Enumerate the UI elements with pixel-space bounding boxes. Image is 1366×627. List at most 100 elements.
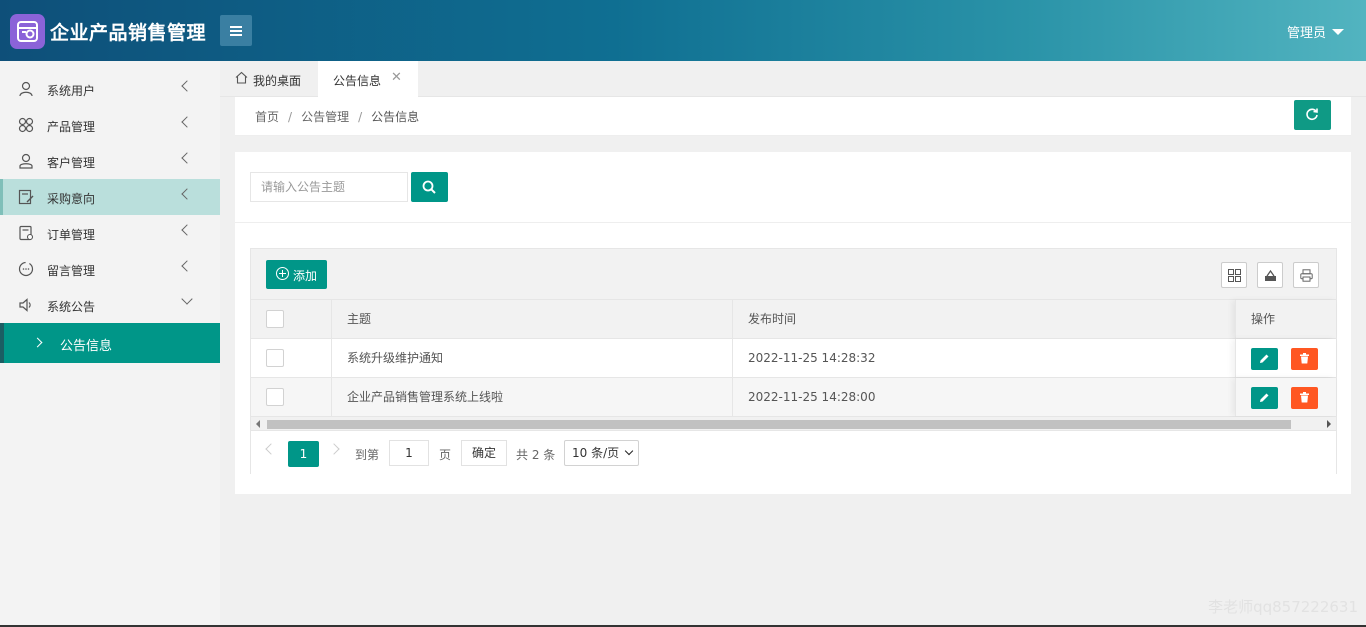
sidebar-item-purchase-intent[interactable]: 采购意向 [0, 179, 220, 215]
chevron-left-icon [181, 224, 193, 236]
scrollbar-thumb[interactable] [267, 420, 1291, 429]
select-all-checkbox[interactable] [266, 310, 284, 328]
sidebar-subitem-notice-info[interactable]: 公告信息 [0, 323, 220, 363]
sidebar-item-label: 产品管理 [47, 120, 96, 134]
row-checkbox-cell [251, 339, 332, 377]
breadcrumb-separator: / [288, 110, 293, 124]
pencil-icon [1260, 393, 1269, 402]
sidebar: 系统用户 产品管理 客户管理 采购意向 订单管理 留言管理 系统公告 公告信息 [0, 61, 220, 627]
refresh-icon [1306, 108, 1318, 121]
next-page-icon[interactable] [328, 443, 340, 455]
chevron-left-icon [181, 152, 193, 164]
column-header-actions: 操作 [1235, 300, 1336, 338]
goto-confirm-button[interactable]: 确定 [461, 440, 507, 466]
user-name: 管理员 [1286, 26, 1326, 41]
menu-toggle-button[interactable] [220, 15, 252, 46]
sidebar-item-products[interactable]: 产品管理 [0, 107, 220, 143]
sidebar-item-label: 公告信息 [60, 339, 113, 354]
table-row: 企业产品销售管理系统上线啦 2022-11-25 14:28:00 [251, 378, 1336, 417]
hamburger-icon-line [230, 30, 242, 32]
sidebar-item-label: 客户管理 [47, 156, 96, 170]
edit-button[interactable] [1251, 387, 1278, 409]
chevron-left-icon [181, 260, 193, 272]
row-checkbox[interactable] [266, 388, 284, 406]
tab-bar: 我的桌面 公告信息 ✕ [220, 61, 1366, 97]
horizontal-scrollbar[interactable] [251, 417, 1336, 431]
delete-button[interactable] [1291, 387, 1318, 409]
user-icon [19, 81, 33, 97]
cell-time: 2022-11-25 14:28:32 [748, 351, 876, 365]
sidebar-item-customers[interactable]: 客户管理 [0, 143, 220, 179]
pagination: 1 到第 1 页 确定 共 2 条 10 条/页 [251, 432, 1336, 474]
table-toolbar: 添加 [251, 249, 1336, 300]
cell-title: 系统升级维护通知 [332, 339, 733, 377]
goto-label: 到第 [355, 448, 380, 462]
divider [235, 222, 1351, 223]
sidebar-item-label: 采购意向 [47, 192, 96, 206]
chevron-left-icon [181, 116, 193, 128]
column-header-time: 发布时间 [748, 312, 797, 326]
delete-button[interactable] [1291, 348, 1318, 370]
page-size-select[interactable]: 10 条/页 [564, 440, 639, 466]
add-circle-icon [276, 267, 289, 280]
print-button[interactable] [1293, 262, 1319, 288]
tab-notice-info[interactable]: 公告信息 ✕ [318, 61, 418, 97]
breadcrumb-parent[interactable]: 公告管理 [301, 110, 349, 124]
cell-title: 企业产品销售管理系统上线啦 [332, 378, 733, 416]
main-card: 请输入公告主题 添加 主题 发布时间 操作 系统升级维护通知 2022-11-2… [235, 152, 1351, 494]
columns-icon [1228, 269, 1241, 282]
prev-page-icon[interactable] [265, 443, 277, 455]
chevron-down-icon [624, 446, 634, 456]
breadcrumb: 首页 / 公告管理 / 公告信息 [255, 108, 419, 125]
tab-label: 公告信息 [333, 74, 382, 88]
header-checkbox-cell [251, 300, 332, 338]
sidebar-item-messages[interactable]: 留言管理 [0, 251, 220, 287]
sidebar-item-orders[interactable]: 订单管理 [0, 215, 220, 251]
watermark: 李老师qq857222631 [1208, 598, 1358, 616]
scroll-left-arrow-icon[interactable] [256, 420, 260, 428]
export-button[interactable] [1257, 262, 1283, 288]
breadcrumb-home[interactable]: 首页 [255, 110, 279, 124]
breadcrumb-current: 公告信息 [371, 110, 420, 124]
total-count: 共 2 条 [516, 448, 556, 462]
app-title: 企业产品销售管理 [50, 22, 207, 44]
column-header-title: 主题 [332, 300, 733, 338]
print-icon [1300, 269, 1313, 282]
top-header: 企业产品销售管理 管理员 [0, 0, 1366, 61]
page-unit-label: 页 [439, 448, 452, 462]
order-icon [19, 225, 34, 241]
sidebar-item-announcements[interactable]: 系统公告 [0, 287, 220, 323]
row-checkbox-cell [251, 378, 332, 416]
speaker-icon [19, 298, 31, 312]
hamburger-icon-line [230, 34, 242, 36]
cell-actions [1235, 339, 1336, 377]
goto-page-input[interactable]: 1 [389, 440, 429, 466]
caret-down-icon [1332, 29, 1344, 35]
search-button[interactable] [411, 172, 448, 202]
edit-button[interactable] [1251, 348, 1278, 370]
cell-time: 2022-11-25 14:28:00 [748, 390, 876, 404]
search-input[interactable]: 请输入公告主题 [250, 172, 408, 202]
table-row: 系统升级维护通知 2022-11-25 14:28:32 [251, 339, 1336, 378]
person-icon [19, 153, 33, 169]
sidebar-item-system-users[interactable]: 系统用户 [0, 71, 220, 107]
chevron-left-icon [181, 80, 193, 92]
scroll-right-arrow-icon[interactable] [1327, 420, 1331, 428]
logo-icon [17, 21, 38, 42]
columns-filter-button[interactable] [1221, 262, 1247, 288]
user-menu[interactable]: 管理员 [1287, 22, 1344, 41]
page-number-current[interactable]: 1 [288, 441, 319, 467]
pencil-icon [1260, 354, 1269, 363]
row-checkbox[interactable] [266, 349, 284, 367]
active-indicator [0, 323, 4, 363]
sidebar-item-label: 订单管理 [47, 228, 96, 242]
add-button[interactable]: 添加 [266, 260, 327, 289]
close-icon[interactable]: ✕ [391, 70, 402, 85]
home-icon [235, 71, 248, 84]
sidebar-item-label: 系统公告 [47, 300, 96, 314]
tab-my-desktop[interactable]: 我的桌面 [220, 61, 317, 97]
trash-icon [1300, 392, 1309, 403]
sidebar-item-label: 系统用户 [47, 84, 96, 98]
tab-label: 我的桌面 [253, 74, 302, 88]
refresh-button[interactable] [1294, 100, 1331, 130]
